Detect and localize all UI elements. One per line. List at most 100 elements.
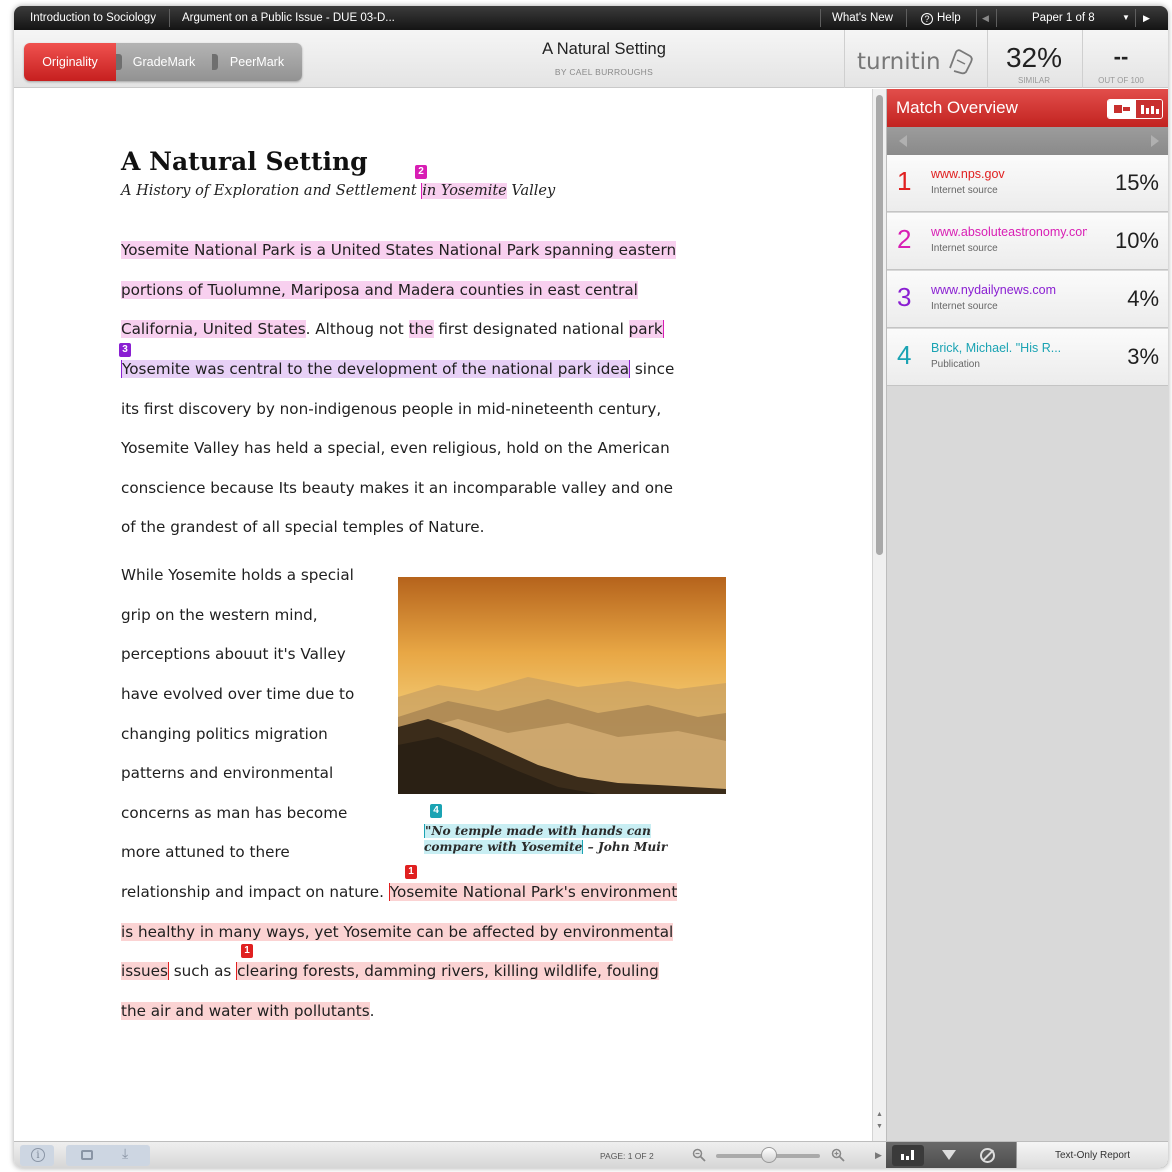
originality-tab[interactable]: Originality	[24, 43, 116, 81]
whats-new-link[interactable]: What's New	[832, 6, 893, 30]
next-paper-icon[interactable]: ▶	[1143, 6, 1150, 30]
match-highlight-1[interactable]: Yosemite National Park's environment	[388, 883, 678, 901]
text-line: portions of Tuolumne, Mariposa and Mader…	[121, 281, 638, 299]
info-button[interactable]: i	[20, 1145, 54, 1166]
text-line: the air and water with pollutants.	[121, 1002, 374, 1020]
text-line: Yosemite National Park is a United State…	[121, 241, 677, 259]
text-span: first designated national	[433, 320, 629, 338]
mode-switcher: Originality GradeMark PeerMark	[24, 43, 302, 81]
source-number: 2	[897, 224, 912, 254]
filter-icon[interactable]	[942, 1150, 956, 1160]
match-highlight-2[interactable]: park	[628, 320, 664, 338]
prev-source-icon[interactable]	[899, 135, 907, 147]
photo-caption: "No temple made with hands can compare w…	[424, 823, 667, 855]
brand-text: turnitin	[857, 49, 941, 75]
print-icon[interactable]	[81, 1150, 93, 1160]
source-item-2[interactable]: 2 www.absoluteastronomy.com Internet sou…	[887, 213, 1168, 270]
text-line: have evolved over time due to	[121, 685, 355, 703]
match-marker-3[interactable]: 3	[119, 343, 131, 357]
scroll-up-icon[interactable]: ▲	[876, 1111, 883, 1118]
match-highlight-2[interactable]: California, United States	[121, 320, 306, 338]
turnitin-hand-icon	[949, 49, 973, 75]
similarity-score[interactable]: 32%	[994, 42, 1074, 74]
match-marker-1[interactable]: 1	[405, 865, 417, 879]
match-highlight-2[interactable]: portions of Tuolumne, Mariposa and Mader…	[121, 281, 638, 299]
source-name[interactable]: www.nydailynews.com	[931, 283, 1087, 297]
source-percent: 3%	[1127, 344, 1159, 369]
help-button[interactable]: ? Help	[921, 6, 961, 30]
source-item-1[interactable]: 1 www.nps.gov Internet source 15%	[887, 155, 1168, 212]
tab-notch	[212, 54, 218, 70]
caption-attribution: – John Muir	[583, 840, 668, 854]
divider	[976, 9, 977, 27]
bar-view-icon[interactable]	[1134, 100, 1162, 118]
bar-chart-icon[interactable]	[892, 1145, 924, 1166]
source-item-4[interactable]: 4 Brick, Michael. "His R... Publication …	[887, 329, 1168, 386]
assignment-link[interactable]: Argument on a Public Issue - DUE 03-D...	[182, 6, 398, 30]
report-header: Originality GradeMark PeerMark A Natural…	[14, 30, 1168, 88]
text-line: While Yosemite holds a special	[121, 566, 354, 584]
scrollbar-thumb[interactable]	[876, 95, 883, 555]
source-name[interactable]: www.absoluteastronomy.com	[931, 225, 1087, 239]
source-name[interactable]: Brick, Michael. "His R...	[931, 341, 1087, 355]
match-highlight-1[interactable]: clearing forests, damming rivers, killin…	[236, 962, 659, 980]
turnitin-logo: turnitin	[857, 46, 976, 76]
scroll-down-icon[interactable]: ▼	[876, 1123, 883, 1130]
source-percent: 10%	[1114, 228, 1159, 253]
turnitin-window: Introduction to Sociology Argument on a …	[14, 6, 1168, 1168]
source-number: 4	[897, 340, 912, 370]
download-icon[interactable]: ⤓	[122, 1145, 128, 1162]
match-overview-panel: Match Overview 1 www.nps.gov Internet so…	[886, 89, 1168, 1141]
source-name[interactable]: www.nps.gov	[931, 167, 1087, 181]
class-name-link[interactable]: Introduction to Sociology	[30, 6, 156, 30]
zoom-out-icon[interactable]	[692, 1142, 706, 1168]
overview-view-icon[interactable]	[1108, 100, 1135, 118]
top-nav-bar: Introduction to Sociology Argument on a …	[14, 6, 1168, 30]
text-span: since	[630, 360, 675, 378]
prev-paper-icon[interactable]: ◀	[982, 6, 989, 30]
subtitle-text: Valley	[506, 183, 556, 199]
match-highlight-1[interactable]: is healthy in many ways, yet Yosemite ca…	[121, 923, 674, 941]
text-line: is healthy in many ways, yet Yosemite ca…	[121, 923, 674, 941]
match-highlight-2[interactable]: the	[408, 320, 434, 338]
help-label: Help	[937, 12, 961, 24]
source-percent: 4%	[1127, 286, 1159, 311]
match-highlight-4[interactable]: "No temple made with hands can	[424, 824, 651, 838]
exclude-icon[interactable]	[980, 1148, 995, 1163]
bottom-toolbar: i ⤓ PAGE: 1 OF 2 ▶ Text-Only Report	[14, 1141, 1168, 1168]
landscape-image	[398, 577, 726, 794]
text-span: .	[369, 1002, 375, 1020]
match-highlight-4[interactable]: compare with Yosemite	[424, 840, 584, 854]
grademark-tab[interactable]: GradeMark	[116, 43, 212, 81]
source-percent: 15%	[1114, 170, 1159, 195]
document-scrollbar[interactable]: ▲ ▼	[872, 89, 886, 1141]
paper-menu-icon[interactable]: ▼	[1122, 6, 1130, 30]
match-marker-2[interactable]: 2	[415, 165, 427, 179]
match-highlight-1[interactable]: issues	[121, 962, 169, 980]
source-type: Internet source	[931, 243, 998, 254]
text-line: California, United States. Althoug not t…	[121, 320, 664, 338]
match-marker-1[interactable]: 1	[241, 944, 253, 958]
file-actions: ⤓	[66, 1145, 150, 1166]
match-highlight-2[interactable]: Yosemite National Park is a United State…	[121, 241, 677, 259]
divider	[820, 9, 821, 27]
next-source-icon[interactable]	[1151, 135, 1159, 147]
view-toggle	[1107, 99, 1163, 119]
divider	[1082, 30, 1083, 88]
divider	[996, 9, 997, 27]
match-highlight-2[interactable]: in Yosemite	[421, 183, 507, 199]
grademark-label: GradeMark	[132, 55, 196, 69]
expand-panel-icon[interactable]: ▶	[875, 1142, 882, 1168]
match-highlight-1[interactable]: the air and water with pollutants	[121, 1002, 370, 1020]
text-only-report-button[interactable]: Text-Only Report	[1016, 1142, 1168, 1168]
zoom-in-icon[interactable]	[831, 1142, 845, 1168]
similarity-label: SIMILAR	[1017, 76, 1050, 85]
divider	[169, 9, 170, 27]
match-marker-4[interactable]: 4	[430, 804, 442, 818]
match-highlight-3[interactable]: Yosemite was central to the development …	[121, 360, 631, 378]
zoom-slider-handle[interactable]	[761, 1147, 777, 1163]
info-icon: i	[31, 1148, 45, 1162]
source-item-3[interactable]: 3 www.nydailynews.com Internet source 4%	[887, 271, 1168, 328]
peermark-tab[interactable]: PeerMark	[212, 43, 302, 81]
grade-value[interactable]: --	[1084, 44, 1158, 70]
